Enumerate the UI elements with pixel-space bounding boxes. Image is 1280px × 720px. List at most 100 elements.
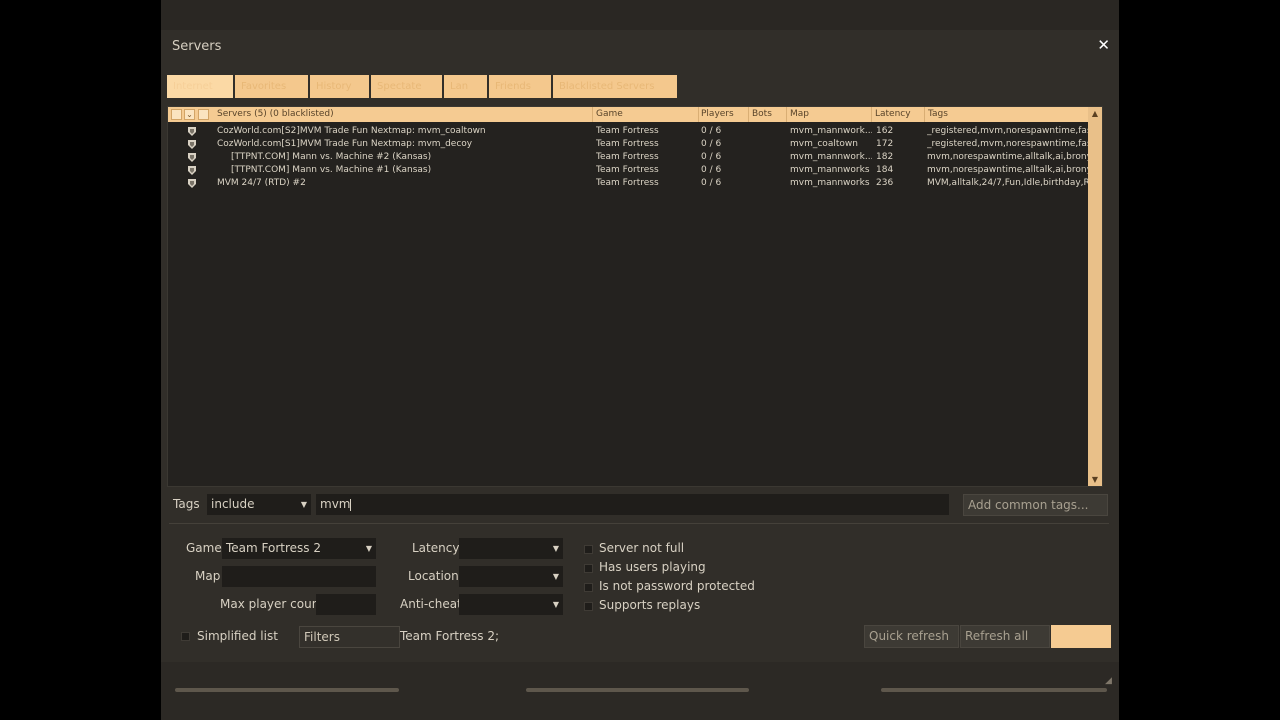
cell-game: Team Fortress — [596, 165, 659, 175]
bottom-decoration — [881, 688, 1107, 692]
game-select[interactable]: Team Fortress 2 ▼ — [222, 538, 376, 559]
lock-icon[interactable] — [171, 109, 182, 120]
tags-input-value: mvm — [320, 497, 351, 511]
list-header: ⌄ Servers (5) (0 blacklisted) Game Playe… — [168, 107, 1097, 122]
max-player-count-label: Max player count — [220, 597, 325, 611]
resize-grip-icon[interactable]: ◢ — [1105, 676, 1115, 686]
tab-bar: Internet Favorites History Spectate Lan … — [167, 75, 679, 98]
cell-latency: 182 — [876, 152, 894, 162]
shield-icon — [188, 140, 196, 149]
scroll-down-icon[interactable]: ▼ — [1088, 473, 1102, 486]
cell-latency: 236 — [876, 178, 894, 188]
cell-map: mvm_coaltown — [790, 139, 858, 149]
quick-refresh-button[interactable]: Quick refresh — [864, 625, 959, 648]
latency-select[interactable]: ▼ — [459, 538, 563, 559]
supports-replays-label[interactable]: Supports replays — [599, 598, 700, 612]
map-input[interactable] — [222, 566, 376, 587]
shield-icon — [188, 166, 196, 175]
column-bots[interactable]: Bots — [752, 107, 772, 122]
column-latency[interactable]: Latency — [875, 107, 911, 122]
cell-name: CozWorld.com[S1]MVM Trade Fun Nextmap: m… — [217, 139, 473, 149]
connect-button[interactable] — [1051, 625, 1111, 648]
filter-summary: Team Fortress 2; — [400, 629, 500, 643]
location-select[interactable]: ▼ — [459, 566, 563, 587]
cell-map: mvm_mannwork... — [790, 126, 872, 136]
anti-cheat-label: Anti-cheat — [400, 597, 462, 611]
window-title: Servers — [172, 39, 222, 54]
tab-lan[interactable]: Lan — [444, 75, 487, 98]
table-row[interactable]: [TTPNT.COM] Mann vs. Machine #1 (Kansas)… — [168, 164, 1097, 177]
list-scrollbar[interactable]: ▲ ▼ — [1088, 107, 1102, 486]
column-game[interactable]: Game — [596, 107, 623, 122]
divider — [169, 523, 1109, 524]
cell-players: 0 / 6 — [701, 126, 722, 136]
tags-mode-value: include — [211, 497, 255, 511]
cell-tags: mvm,norespawntime,alltalk,ai,brony,f... — [927, 165, 1095, 175]
location-label: Location — [408, 569, 459, 583]
tags-input[interactable]: mvm — [316, 494, 949, 515]
shield-icon — [188, 127, 196, 136]
chevron-down-icon: ▼ — [552, 544, 559, 553]
cell-map: mvm_mannwork... — [790, 152, 872, 162]
column-players[interactable]: Players — [701, 107, 734, 122]
simplified-list-checkbox[interactable] — [181, 632, 190, 641]
anti-cheat-select[interactable]: ▼ — [459, 594, 563, 615]
latency-label: Latency — [412, 541, 460, 555]
cell-latency: 184 — [876, 165, 894, 175]
cell-players: 0 / 6 — [701, 139, 722, 149]
not-password-protected-label[interactable]: Is not password protected — [599, 579, 755, 593]
supports-replays-checkbox[interactable] — [584, 602, 593, 611]
cell-name: CozWorld.com[S2]MVM Trade Fun Nextmap: m… — [217, 126, 486, 136]
game-select-value: Team Fortress 2 — [226, 541, 321, 555]
tab-blacklisted-servers[interactable]: Blacklisted Servers — [553, 75, 677, 98]
cell-name: [TTPNT.COM] Mann vs. Machine #2 (Kansas) — [231, 152, 432, 162]
column-map[interactable]: Map — [790, 107, 809, 122]
chevron-down-icon: ▼ — [552, 572, 559, 581]
shield-icon[interactable] — [198, 109, 209, 120]
table-row[interactable]: CozWorld.com[S2]MVM Trade Fun Nextmap: m… — [168, 125, 1097, 138]
servers-dialog: Servers ✕ Internet Favorites History Spe… — [161, 0, 1119, 720]
table-row[interactable]: MVM 24/7 (RTD) #2 Team Fortress 0 / 6 mvm_m… — [168, 177, 1097, 190]
cell-game: Team Fortress — [596, 152, 659, 162]
tags-label: Tags — [173, 497, 200, 511]
cell-game: Team Fortress — [596, 126, 659, 136]
shield-icon — [188, 179, 196, 188]
bottom-decoration — [175, 688, 399, 692]
tab-favorites[interactable]: Favorites — [235, 75, 308, 98]
filters-button[interactable]: Filters — [299, 626, 400, 648]
server-not-full-checkbox[interactable] — [584, 545, 593, 554]
chevron-down-icon[interactable]: ⌄ — [184, 109, 195, 120]
cell-map: mvm_mannworks — [790, 165, 870, 175]
column-tags[interactable]: Tags — [928, 107, 948, 122]
has-users-playing-checkbox[interactable] — [584, 564, 593, 573]
simplified-list-label[interactable]: Simplified list — [197, 629, 278, 643]
max-player-count-input[interactable] — [316, 594, 376, 615]
not-password-protected-checkbox[interactable] — [584, 583, 593, 592]
scroll-up-icon[interactable]: ▲ — [1088, 107, 1102, 120]
cell-latency: 162 — [876, 126, 894, 136]
refresh-all-button[interactable]: Refresh all — [960, 625, 1050, 648]
column-servers[interactable]: Servers (5) (0 blacklisted) — [217, 107, 334, 122]
cell-latency: 172 — [876, 139, 894, 149]
server-list[interactable]: ⌄ Servers (5) (0 blacklisted) Game Playe… — [167, 106, 1103, 487]
has-users-playing-label[interactable]: Has users playing — [599, 560, 706, 574]
add-common-tags-button[interactable]: Add common tags... — [963, 494, 1108, 516]
chevron-down-icon: ▼ — [552, 600, 559, 609]
tab-spectate[interactable]: Spectate — [371, 75, 442, 98]
cell-game: Team Fortress — [596, 139, 659, 149]
cell-tags: MVM,alltalk,24/7,Fun,Idle,birthday,RT... — [927, 178, 1095, 188]
cell-tags: _registered,mvm,norespawntime,fastre... — [927, 126, 1095, 136]
close-icon[interactable]: ✕ — [1097, 36, 1110, 54]
text-cursor — [350, 498, 352, 511]
server-not-full-label[interactable]: Server not full — [599, 541, 684, 555]
tags-mode-select[interactable]: include ▼ — [207, 494, 311, 515]
cell-name: [TTPNT.COM] Mann vs. Machine #1 (Kansas) — [231, 165, 432, 175]
tab-history[interactable]: History — [310, 75, 369, 98]
cell-players: 0 / 6 — [701, 178, 722, 188]
tab-internet[interactable]: Internet — [167, 75, 233, 98]
table-row[interactable]: [TTPNT.COM] Mann vs. Machine #2 (Kansas)… — [168, 151, 1097, 164]
chevron-down-icon: ▼ — [300, 500, 307, 509]
table-row[interactable]: CozWorld.com[S1]MVM Trade Fun Nextmap: m… — [168, 138, 1097, 151]
bottom-strip — [161, 662, 1119, 720]
tab-friends[interactable]: Friends — [489, 75, 551, 98]
